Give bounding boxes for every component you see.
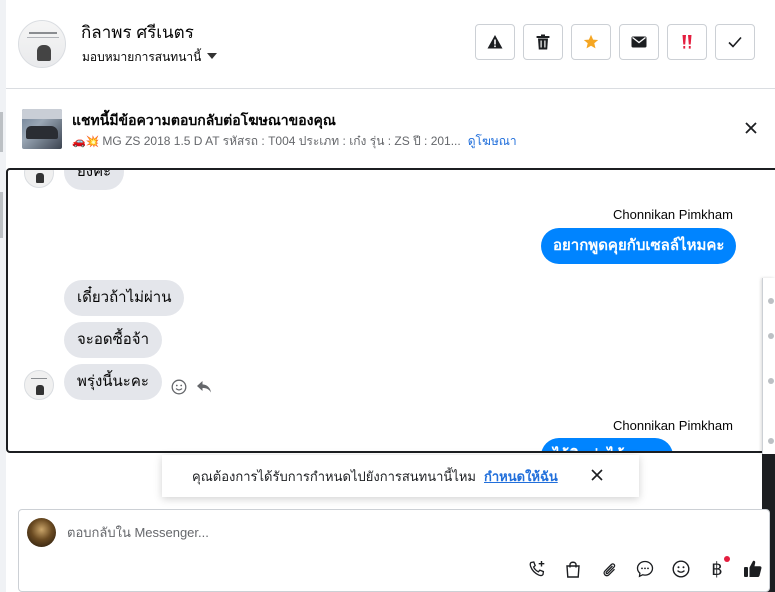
incoming-message[interactable]: จะอดซื้อจ้า	[64, 322, 162, 358]
ad-description: MG ZS 2018 1.5 D AT รหัสรถ : T004 ประเภท…	[102, 134, 461, 148]
assign-to-me-link[interactable]: กำหนดให้ฉัน	[484, 466, 558, 487]
message-sender: Chonnikan Pimkham	[613, 418, 733, 433]
warning-icon	[487, 35, 503, 49]
incoming-message[interactable]: พรุ่งนี้นะคะ	[64, 364, 162, 400]
shopping-bag-icon	[566, 561, 580, 578]
mark-unread-button[interactable]	[619, 24, 659, 60]
call-button[interactable]	[524, 556, 550, 582]
view-ad-link[interactable]: ดูโฆษณา	[468, 132, 517, 151]
emoji-button[interactable]	[668, 556, 694, 582]
reply-input[interactable]	[67, 522, 667, 542]
outgoing-message[interactable]: อยากพูดคุยกับเซลล์ไหมคะ	[541, 228, 737, 264]
envelope-icon	[631, 36, 647, 48]
page-avatar	[27, 518, 56, 547]
phone-plus-icon	[529, 561, 545, 577]
ad-thumbnail[interactable]	[22, 109, 62, 149]
like-button[interactable]	[740, 556, 766, 582]
assignment-prompt: คุณต้องการได้รับการกำหนดไปยังการสนทนานี้…	[162, 455, 639, 497]
shop-button[interactable]	[560, 556, 586, 582]
inbox-conversation-view: กิลาพร ศรีเนตร มอบหมายการสนทนานี้ แชทนี้…	[0, 0, 775, 592]
thumbs-up-icon	[744, 560, 762, 577]
incoming-message[interactable]: ยังคะ	[64, 170, 125, 190]
chat-bubble-icon	[636, 560, 654, 578]
follow-up-button[interactable]	[667, 24, 707, 60]
ad-banner-title: แชทนี้มีข้อความตอบกลับต่อโฆษณาของคุณ	[72, 112, 336, 128]
message-sender: Chonnikan Pimkham	[613, 207, 733, 222]
close-icon[interactable]	[590, 468, 604, 482]
contact-avatar-small	[24, 370, 54, 400]
saved-replies-button[interactable]	[632, 556, 658, 582]
paperclip-icon	[603, 563, 616, 577]
incoming-message[interactable]: เดี๋ยวถ้าไม่ผ่าน	[64, 280, 185, 316]
assign-label: มอบหมายการสนทนานี้	[82, 50, 202, 64]
left-strip-marker	[0, 112, 3, 152]
left-strip-marker	[0, 192, 3, 238]
mark-done-button[interactable]	[715, 24, 755, 60]
react-emoji-icon[interactable]	[171, 379, 187, 395]
report-spam-button[interactable]	[475, 24, 515, 60]
ad-reply-banner: แชทนี้มีข้อความตอบกลับต่อโฆษณาของคุณ 🚗💥 …	[6, 90, 775, 166]
contact-avatar-small	[24, 170, 54, 188]
attach-file-button[interactable]	[596, 556, 622, 582]
assign-conversation-dropdown[interactable]: มอบหมายการสนทนานี้	[82, 48, 218, 67]
notification-dot	[724, 556, 730, 562]
header-actions	[475, 24, 755, 60]
baht-icon: ฿	[711, 558, 723, 580]
star-icon	[583, 34, 599, 49]
ad-banner-subtitle: 🚗💥 MG ZS 2018 1.5 D AT รหัสรถ : T004 ประ…	[72, 132, 517, 151]
payment-button[interactable]: ฿	[704, 556, 730, 582]
smiley-icon	[672, 560, 690, 578]
side-panel-edge[interactable]	[762, 278, 775, 454]
conversation-header: กิลาพร ศรีเนตร มอบหมายการสนทนานี้	[6, 0, 775, 89]
reply-icon[interactable]	[196, 380, 212, 394]
message-thread[interactable]: ยังคะ Chonnikan Pimkham อยากพูดคุยกับเซล…	[6, 168, 775, 453]
message-composer: ฿	[18, 509, 770, 592]
delete-button[interactable]	[523, 24, 563, 60]
check-icon	[728, 36, 742, 48]
outgoing-message[interactable]: ไว้ติดต่อได้นะคะ	[541, 438, 673, 451]
composer-toolbar: ฿	[524, 556, 766, 582]
caret-down-icon	[207, 53, 218, 59]
trash-icon	[536, 34, 550, 50]
star-button[interactable]	[571, 24, 611, 60]
close-icon[interactable]	[742, 119, 760, 137]
contact-name[interactable]: กิลาพร ศรีเนตร	[81, 19, 194, 46]
assignment-prompt-text: คุณต้องการได้รับการกำหนดไปยังการสนทนานี้…	[192, 468, 476, 484]
contact-avatar[interactable]	[18, 20, 66, 68]
double-exclamation-icon	[682, 35, 692, 49]
car-emoji: 🚗💥	[72, 136, 100, 148]
